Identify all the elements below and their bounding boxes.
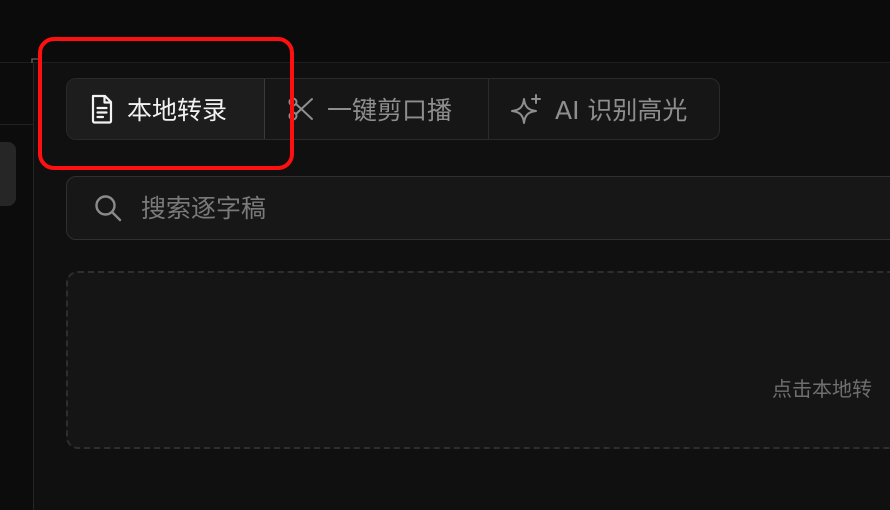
sidebar-item[interactable]	[0, 142, 16, 206]
tab-ai-highlights[interactable]: AI 识别高光	[489, 79, 719, 139]
tab-label: AI 识别高光	[555, 96, 688, 125]
tab-label: 本地转录	[127, 96, 228, 125]
top-bar	[0, 0, 890, 63]
search-bar[interactable]	[66, 176, 890, 240]
search-icon	[95, 195, 122, 222]
left-sidebar	[0, 63, 34, 510]
mode-tabs: 本地转录 一键剪口播 AI 识别高光	[66, 78, 720, 140]
dropzone-hint: 点击本地转	[772, 377, 872, 401]
scissors-icon	[288, 97, 313, 121]
document-icon	[91, 94, 113, 124]
tab-local-transcription[interactable]: 本地转录	[67, 79, 265, 139]
tab-label: 一键剪口播	[327, 96, 453, 125]
search-input[interactable]	[139, 192, 743, 224]
sidebar-divider	[0, 124, 33, 125]
upload-dropzone[interactable]: 点击本地转	[66, 271, 890, 449]
app-window: 本地转录 一键剪口播 AI 识别高光 点击本地转	[0, 0, 890, 510]
sparkle-icon	[511, 94, 541, 124]
tab-one-click-cut[interactable]: 一键剪口播	[265, 79, 489, 139]
